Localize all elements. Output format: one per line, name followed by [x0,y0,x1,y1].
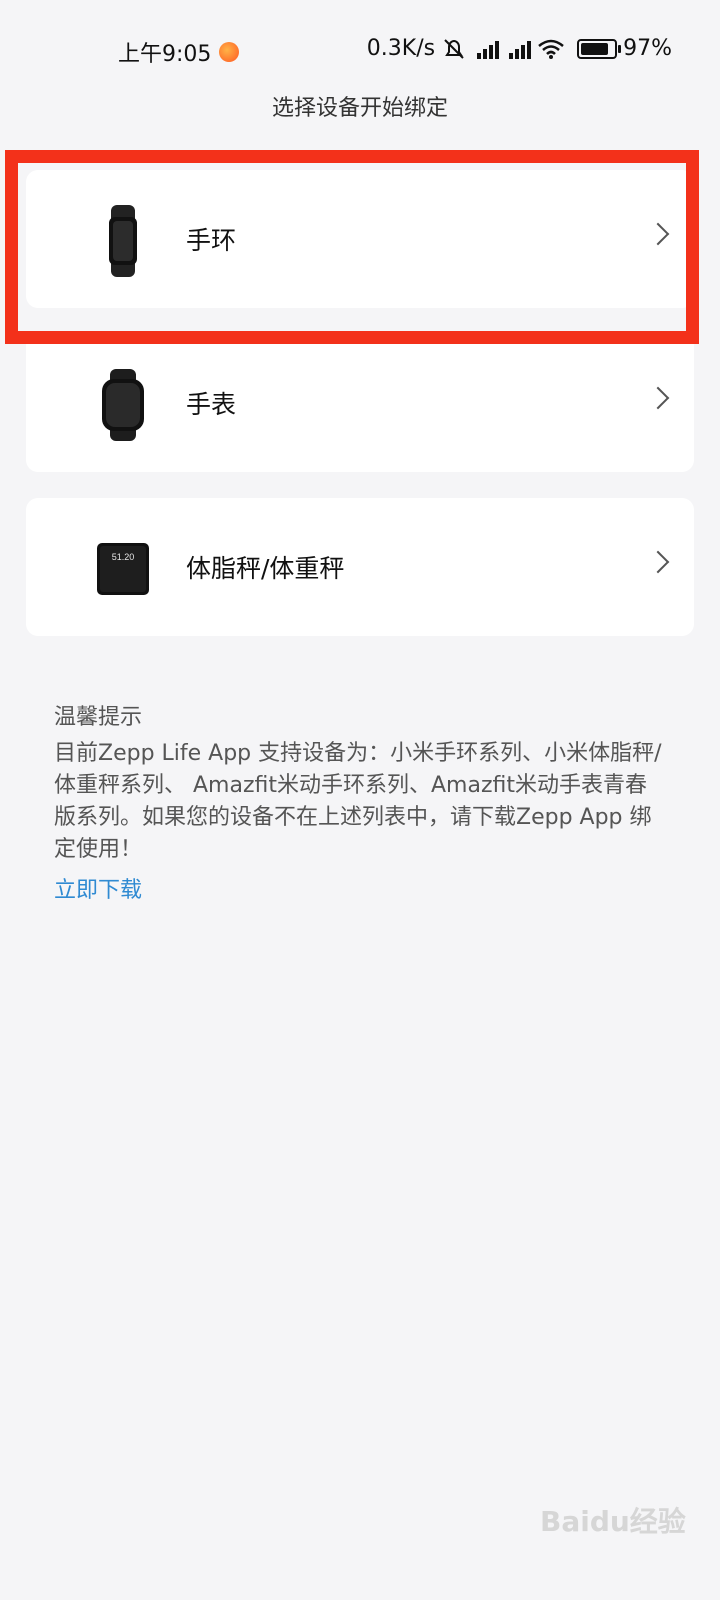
watch-icon [90,369,156,441]
signal-hd-icon [477,39,500,59]
battery-icon [577,38,622,59]
device-item-watch[interactable]: 手表 [26,334,694,472]
mute-icon [444,38,464,59]
device-item-scale[interactable]: 51.20 体脂秤/体重秤 [26,498,694,636]
status-time-group: 上午9:05 [118,36,240,68]
tips-body: 目前Zepp Life App 支持设备为：小米手环系列、小米体脂秤/体重秤系列… [54,741,662,862]
tips-section: 温馨提示 目前Zepp Life App 支持设备为：小米手环系列、小米体脂秤/… [54,702,666,866]
chevron-right-icon [646,550,670,574]
battery-fill [581,42,609,55]
download-link[interactable]: 立即下载 [54,872,142,904]
status-time: 上午9:05 [118,42,212,67]
scale-reading: 51.20 [112,552,135,562]
device-label: 体脂秤/体重秤 [186,554,345,583]
status-bar: 上午9:05 0.3K/s 97% [0,0,720,98]
signal-hd-icon [509,39,532,59]
notification-dot-icon [219,42,240,62]
tips-title: 温馨提示 [54,705,143,730]
status-right-group: 0.3K/s 97% [367,36,672,61]
scale-icon: 51.20 [90,534,156,604]
battery-percent: 97% [623,36,672,61]
highlight-box [5,150,699,344]
chevron-right-icon [646,386,670,410]
device-label: 手表 [186,390,237,419]
watermark: Baidu经验 [540,1505,686,1538]
network-speed: 0.3K/s [366,36,436,61]
wifi-icon [538,39,564,59]
page-title: 选择设备开始绑定 [271,96,448,121]
